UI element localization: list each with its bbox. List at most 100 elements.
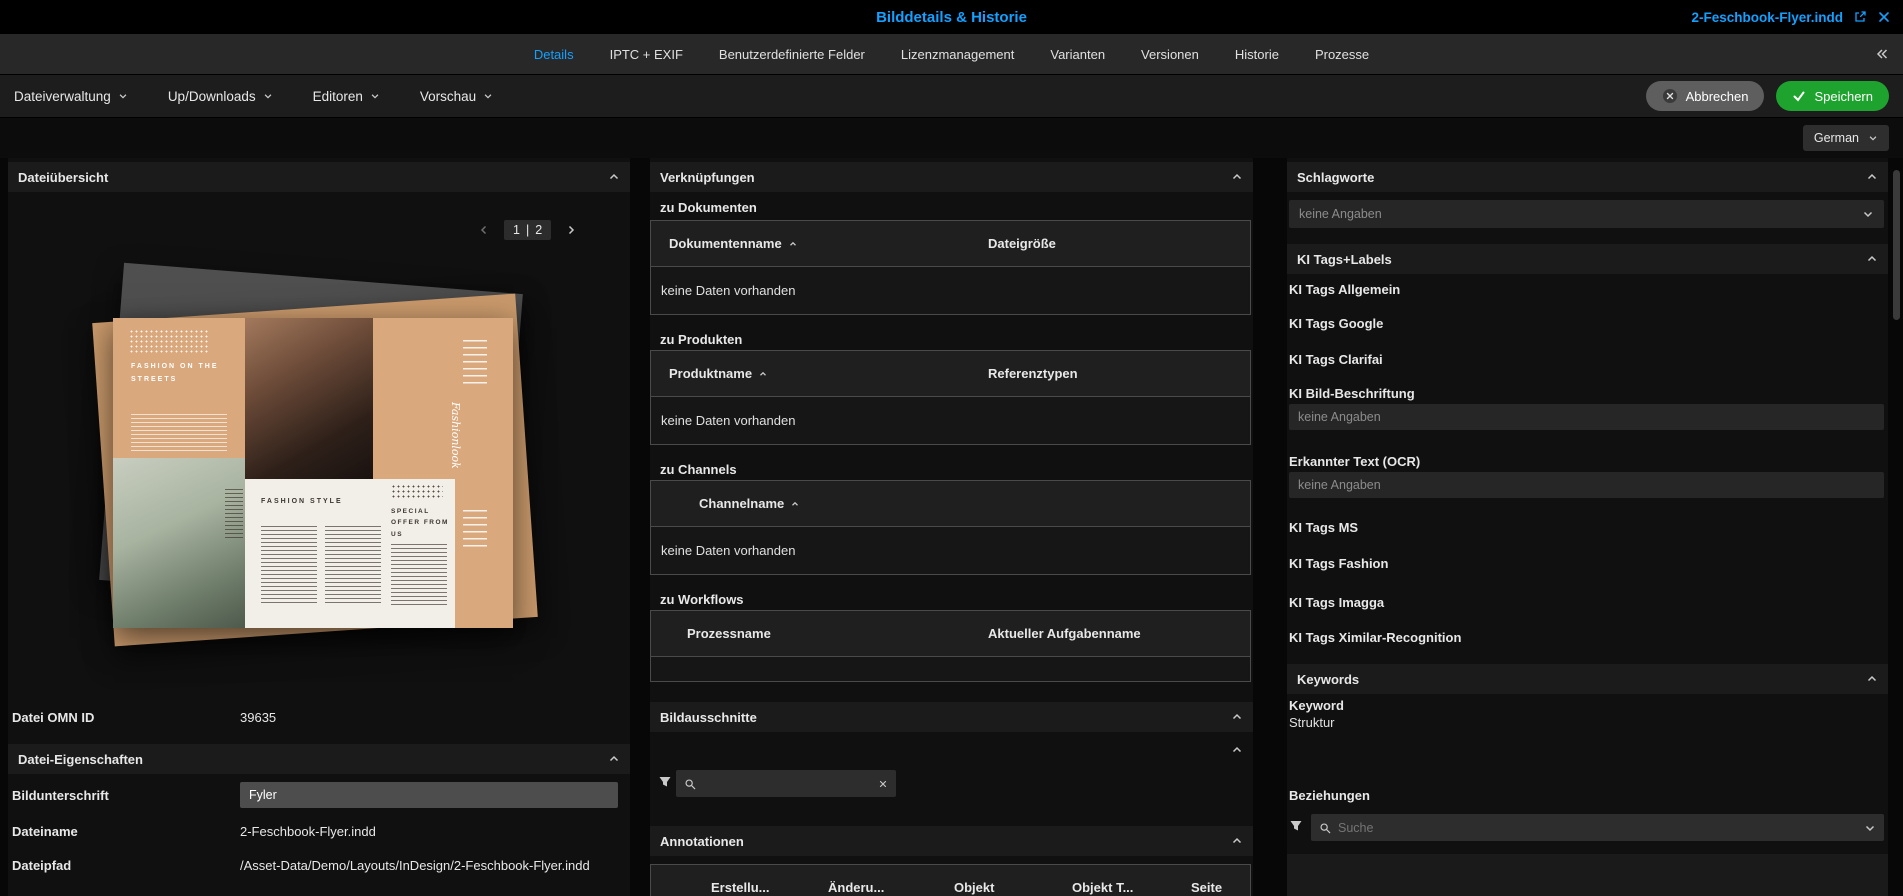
chevron-up-icon[interactable] bbox=[608, 753, 620, 765]
column-header-objekt-typ[interactable]: Objekt T... bbox=[1072, 880, 1133, 895]
scrollbar-thumb[interactable] bbox=[1893, 170, 1900, 320]
column-header-dateigroesse[interactable]: Dateigröße bbox=[988, 236, 1250, 251]
topbar: Bilddetails & Historie 2-Feschbook-Flyer… bbox=[0, 0, 1903, 34]
section-header-dateiuebersicht: Dateiübersicht bbox=[8, 162, 630, 192]
menu-up-downloads[interactable]: Up/Downloads bbox=[168, 89, 273, 104]
dot-pattern bbox=[391, 483, 443, 500]
chevron-up-icon[interactable] bbox=[1231, 835, 1243, 847]
check-icon bbox=[1793, 91, 1805, 102]
chevron-up-icon[interactable] bbox=[608, 171, 620, 183]
filename-value: 2-Feschbook-Flyer.indd bbox=[240, 824, 376, 839]
column-header-aufgabenname[interactable]: Aktueller Aufgabenname bbox=[988, 626, 1250, 641]
ocr-text-label[interactable]: Erkannter Text (OCR) bbox=[1289, 454, 1420, 469]
filter-icon[interactable] bbox=[658, 775, 672, 789]
flyer-style-heading: FASHION STYLE bbox=[261, 498, 343, 506]
workflows-empty-row bbox=[651, 657, 1250, 681]
column-header-aenderung[interactable]: Änderu... bbox=[828, 880, 884, 895]
filepath-row: Dateipfad /Asset-Data/Demo/Layouts/InDes… bbox=[12, 858, 620, 873]
menubar-actions: Abbrechen Speichern bbox=[1645, 81, 1889, 111]
column-header-dokumentenname[interactable]: Dokumentenname bbox=[651, 236, 988, 251]
section-header-ki-tags-labels: KI Tags+Labels bbox=[1287, 244, 1888, 274]
ki-tags-google[interactable]: KI Tags Google bbox=[1289, 316, 1383, 331]
tab-details[interactable]: Details bbox=[534, 47, 574, 62]
filename-row: Dateiname 2-Feschbook-Flyer.indd bbox=[12, 824, 620, 839]
caption-label: Bildunterschrift bbox=[12, 787, 109, 803]
chevron-up-icon[interactable] bbox=[1231, 711, 1243, 723]
external-link-icon[interactable] bbox=[1853, 10, 1867, 24]
empty-row-label: keine Daten vorhanden bbox=[661, 413, 796, 428]
menu-editoren[interactable]: Editoren bbox=[313, 89, 380, 104]
ki-tags-fashion[interactable]: KI Tags Fashion bbox=[1289, 556, 1388, 571]
menu-label: Vorschau bbox=[419, 88, 477, 104]
tab-processes[interactable]: Prozesse bbox=[1315, 47, 1369, 62]
omn-id-row: Datei OMN ID 39635 bbox=[12, 710, 620, 725]
filter-icon[interactable] bbox=[1289, 819, 1303, 833]
column-header-channelname[interactable]: Channelname bbox=[651, 496, 988, 511]
relations-search-input[interactable] bbox=[1338, 820, 1857, 835]
search-icon bbox=[685, 778, 696, 789]
ki-caption-input[interactable] bbox=[1289, 404, 1884, 430]
subsection-zu-channels: zu Channels bbox=[660, 462, 737, 477]
close-icon[interactable] bbox=[1877, 10, 1891, 24]
crops-search bbox=[676, 770, 896, 797]
channels-table-header: Channelname bbox=[651, 481, 1250, 527]
documents-table: Dokumentenname Dateigröße keine Daten vo… bbox=[650, 220, 1251, 315]
chevron-down-icon[interactable] bbox=[1864, 822, 1876, 834]
column-header-referenztypen[interactable]: Referenztypen bbox=[988, 366, 1250, 381]
tab-variants[interactable]: Varianten bbox=[1050, 47, 1105, 62]
flyer-headline: FASHION ON THE STREETS bbox=[131, 363, 219, 383]
workflows-table: Prozessname Aktueller Aufgabenname bbox=[650, 610, 1251, 682]
ocr-text-input[interactable] bbox=[1289, 472, 1884, 498]
chevron-up-icon[interactable] bbox=[1866, 673, 1878, 685]
caption-input[interactable] bbox=[240, 782, 618, 808]
filepath-label: Dateipfad bbox=[12, 858, 72, 873]
column-header-seite[interactable]: Seite bbox=[1191, 880, 1222, 895]
channels-empty-row: keine Daten vorhanden bbox=[651, 527, 1250, 574]
page-title: Bilddetails & Historie bbox=[876, 8, 1027, 26]
clear-icon[interactable] bbox=[878, 779, 888, 789]
column-header-produktname[interactable]: Produktname bbox=[651, 366, 988, 381]
chevron-up-icon[interactable] bbox=[1866, 171, 1878, 183]
tags-select[interactable]: keine Angaben bbox=[1289, 200, 1884, 228]
menu-vorschau[interactable]: Vorschau bbox=[420, 89, 493, 104]
menu-dateiverwaltung[interactable]: Dateiverwaltung bbox=[14, 89, 128, 104]
keyword-value: Struktur bbox=[1289, 715, 1335, 730]
double-chevron-left-icon[interactable] bbox=[1875, 47, 1889, 61]
column-header-prozessname[interactable]: Prozessname bbox=[651, 626, 988, 641]
section-header-datei-eigenschaften: Datei-Eigenschaften bbox=[8, 744, 630, 774]
pager-separator: | bbox=[525, 223, 530, 237]
ki-tags-allgemein[interactable]: KI Tags Allgemein bbox=[1289, 282, 1400, 297]
section-title: Schlagworte bbox=[1297, 169, 1375, 185]
ki-tags-clarifai[interactable]: KI Tags Clarifai bbox=[1289, 352, 1383, 367]
language-bar: German bbox=[0, 118, 1903, 158]
tab-custom-fields[interactable]: Benutzerdefinierte Felder bbox=[719, 47, 865, 62]
chevron-right-icon[interactable] bbox=[565, 224, 577, 236]
section-title: Keywords bbox=[1297, 671, 1360, 687]
open-file-link[interactable]: 2-Feschbook-Flyer.indd bbox=[1691, 10, 1843, 25]
tab-history[interactable]: Historie bbox=[1235, 47, 1279, 62]
tab-iptc-exif[interactable]: IPTC + EXIF bbox=[610, 47, 683, 62]
crops-collapse[interactable] bbox=[1231, 744, 1243, 756]
column-label: Produktname bbox=[669, 366, 753, 381]
ki-tags-ms[interactable]: KI Tags MS bbox=[1289, 520, 1358, 535]
crops-search-input[interactable] bbox=[703, 776, 871, 791]
chevron-up-icon[interactable] bbox=[1866, 253, 1878, 265]
ki-tags-ximilar[interactable]: KI Tags Ximilar-Recognition bbox=[1289, 630, 1461, 645]
chevron-left-icon[interactable] bbox=[478, 224, 490, 236]
rule-stack bbox=[463, 339, 487, 387]
dot-pattern bbox=[129, 328, 209, 354]
column-header-erstellung[interactable]: Erstellu... bbox=[711, 880, 770, 895]
filepath-value: /Asset-Data/Demo/Layouts/InDesign/2-Fesc… bbox=[240, 858, 590, 873]
preview-pager: 1 | 2 bbox=[478, 220, 577, 240]
sort-asc-icon bbox=[789, 241, 796, 246]
chevron-up-icon[interactable] bbox=[1231, 171, 1243, 183]
ki-bild-beschriftung[interactable]: KI Bild-Beschriftung bbox=[1289, 386, 1415, 401]
cancel-button[interactable]: Abbrechen bbox=[1645, 81, 1765, 111]
tab-versions[interactable]: Versionen bbox=[1141, 47, 1199, 62]
tab-license-management[interactable]: Lizenzmanagement bbox=[901, 47, 1014, 62]
ki-tags-imagga[interactable]: KI Tags Imagga bbox=[1289, 595, 1384, 610]
language-select[interactable]: German bbox=[1802, 125, 1889, 151]
column-header-objekt[interactable]: Objekt bbox=[954, 880, 994, 895]
annotations-table: Erstellu... Änderu... Objekt Objekt T...… bbox=[650, 864, 1251, 896]
save-button[interactable]: Speichern bbox=[1776, 81, 1889, 111]
